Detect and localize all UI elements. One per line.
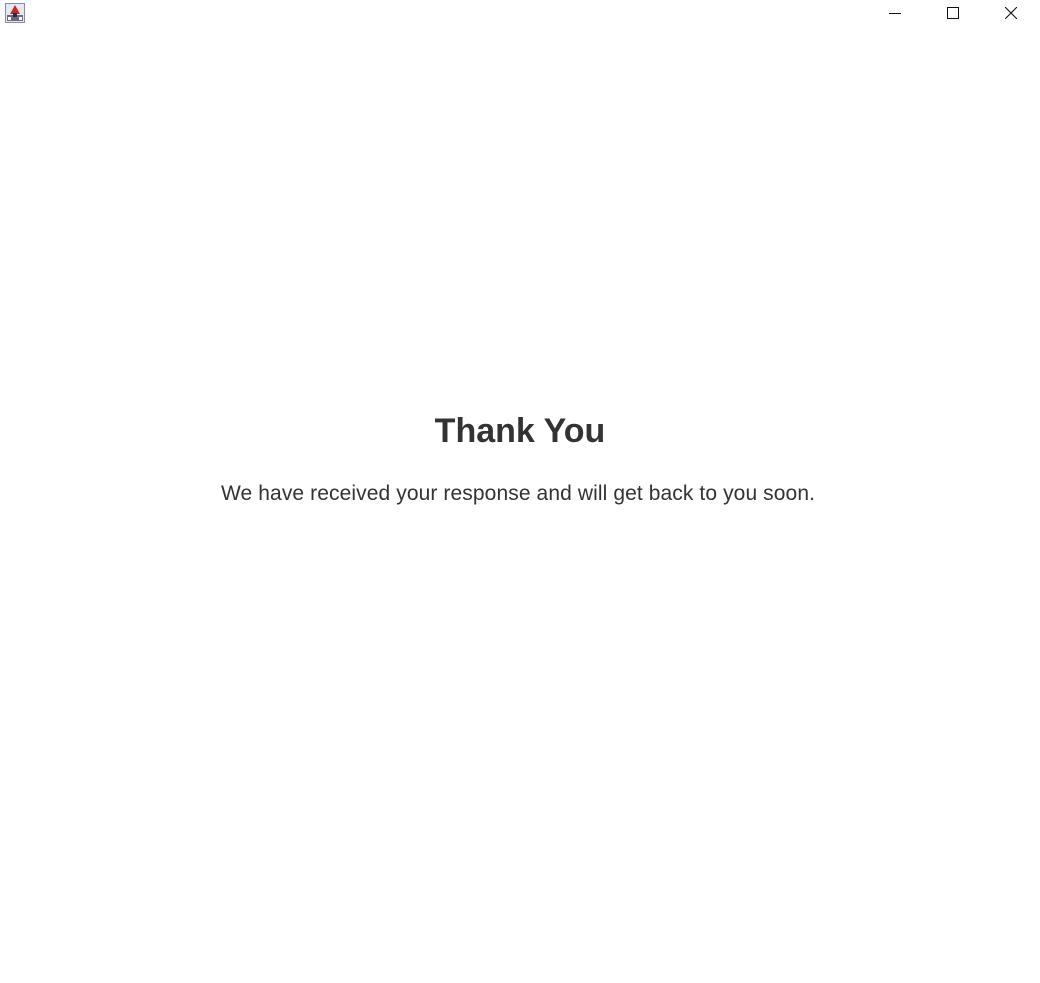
- page-title: Thank You: [434, 412, 606, 450]
- window-controls: [866, 0, 1040, 26]
- java-app-icon[interactable]: [5, 3, 25, 23]
- title-bar[interactable]: [0, 0, 1040, 26]
- maximize-button[interactable]: [924, 0, 982, 26]
- close-button[interactable]: [982, 0, 1040, 26]
- minimize-button[interactable]: [866, 0, 924, 26]
- confirmation-message-row: We have received your response and will …: [8, 482, 1040, 506]
- confirmation-message: We have received your response and will …: [221, 482, 816, 505]
- confirmation-panel: Thank You We have received your response…: [0, 0, 1040, 983]
- app-window: Thank You We have received your response…: [0, 0, 1040, 983]
- minimize-icon: [889, 13, 901, 14]
- maximize-icon: [947, 7, 959, 19]
- close-icon: [1005, 7, 1017, 19]
